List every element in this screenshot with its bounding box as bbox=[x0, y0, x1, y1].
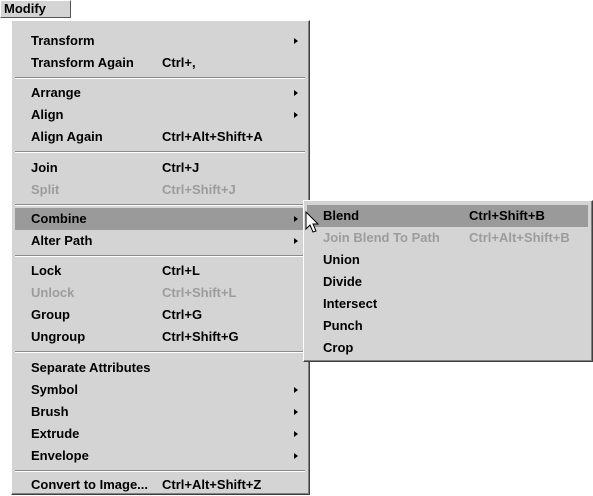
submenu-item-intersect[interactable]: Intersect bbox=[307, 293, 588, 315]
menu-separator bbox=[15, 151, 305, 153]
menu-item-label: Envelope bbox=[31, 448, 89, 463]
submenu-item-punch[interactable]: Punch bbox=[307, 315, 588, 337]
menu-item-group[interactable]: Group Ctrl+G bbox=[15, 304, 305, 326]
menu-item-label: Align Again bbox=[31, 129, 103, 144]
menu-item-shortcut: Ctrl+G bbox=[162, 307, 203, 322]
submenu-arrow-icon bbox=[294, 238, 298, 244]
menu-separator bbox=[15, 77, 305, 79]
menu-item-label: Combine bbox=[31, 211, 87, 226]
menu-separator bbox=[15, 255, 305, 257]
menu-item-shortcut: Ctrl+Shift+G bbox=[162, 329, 239, 344]
menu-item-label: Blend bbox=[323, 208, 360, 223]
menu-item-alter-path[interactable]: Alter Path bbox=[15, 230, 305, 252]
menu-item-label: Convert to Image... bbox=[31, 477, 149, 492]
submenu-arrow-icon bbox=[294, 216, 298, 222]
menu-item-label: Punch bbox=[323, 318, 363, 333]
menu-item-shortcut: Ctrl+Alt+Shift+B bbox=[469, 230, 570, 245]
menu-item-label: Transform bbox=[31, 33, 95, 48]
menu-item-align-again[interactable]: Align Again Ctrl+Alt+Shift+A bbox=[15, 126, 305, 148]
submenu-arrow-icon bbox=[294, 38, 298, 44]
menu-item-transform-again[interactable]: Transform Again Ctrl+, bbox=[15, 52, 305, 74]
menu-item-label: Crop bbox=[323, 340, 354, 355]
menu-item-separate-attributes[interactable]: Separate Attributes bbox=[15, 357, 305, 379]
menu-item-label: Join bbox=[31, 160, 58, 175]
menu-item-label: Divide bbox=[323, 274, 363, 289]
menu-item-shortcut: Ctrl+Shift+J bbox=[162, 182, 236, 197]
menu-item-unlock: Unlock Ctrl+Shift+L bbox=[15, 282, 305, 304]
submenu-arrow-icon bbox=[294, 431, 298, 437]
menu-separator bbox=[15, 204, 305, 206]
menu-item-label: Join Blend To Path bbox=[323, 230, 440, 245]
menu-item-label: Lock bbox=[31, 263, 62, 278]
menu-item-shortcut: Ctrl+Shift+B bbox=[469, 208, 545, 223]
menu-item-lock[interactable]: Lock Ctrl+L bbox=[15, 260, 305, 282]
menu-item-label: Extrude bbox=[31, 426, 80, 441]
modify-menu-title[interactable]: Modify bbox=[0, 0, 71, 18]
modify-menu: Transform Transform Again Ctrl+, Arrange… bbox=[11, 20, 310, 495]
menu-separator bbox=[15, 470, 305, 472]
submenu-item-join-blend-to-path: Join Blend To Path Ctrl+Alt+Shift+B bbox=[307, 227, 588, 249]
menu-item-label: Align bbox=[31, 107, 64, 122]
submenu-item-divide[interactable]: Divide bbox=[307, 271, 588, 293]
combine-submenu: Blend Ctrl+Shift+B Join Blend To Path Ct… bbox=[303, 200, 593, 362]
menu-item-join[interactable]: Join Ctrl+J bbox=[15, 157, 305, 179]
menu-item-shortcut: Ctrl+Alt+Shift+Z bbox=[162, 477, 262, 492]
menu-item-transform[interactable]: Transform bbox=[15, 30, 305, 52]
menu-item-shortcut: Ctrl+J bbox=[162, 160, 200, 175]
submenu-arrow-icon bbox=[294, 453, 298, 459]
menu-item-split: Split Ctrl+Shift+J bbox=[15, 179, 305, 201]
menu-item-label: Symbol bbox=[31, 382, 78, 397]
submenu-arrow-icon bbox=[294, 409, 298, 415]
menu-separator bbox=[15, 351, 305, 353]
submenu-item-union[interactable]: Union bbox=[307, 249, 588, 271]
submenu-item-blend[interactable]: Blend Ctrl+Shift+B bbox=[307, 205, 588, 227]
submenu-arrow-icon bbox=[294, 387, 298, 393]
menu-item-label: Union bbox=[323, 252, 360, 267]
menu-item-combine[interactable]: Combine bbox=[15, 208, 305, 230]
menu-item-shortcut: Ctrl+L bbox=[162, 263, 200, 278]
menu-item-align[interactable]: Align bbox=[15, 104, 305, 126]
submenu-arrow-icon bbox=[294, 112, 298, 118]
submenu-arrow-icon bbox=[294, 90, 298, 96]
menu-item-label: Brush bbox=[31, 404, 69, 419]
menu-item-shortcut: Ctrl+Alt+Shift+A bbox=[162, 129, 263, 144]
menu-item-label: Ungroup bbox=[31, 329, 86, 344]
menu-item-label: Separate Attributes bbox=[31, 360, 151, 375]
menu-item-symbol[interactable]: Symbol bbox=[15, 379, 305, 401]
menu-item-arrange[interactable]: Arrange bbox=[15, 82, 305, 104]
menu-item-ungroup[interactable]: Ungroup Ctrl+Shift+G bbox=[15, 326, 305, 348]
menu-item-extrude[interactable]: Extrude bbox=[15, 423, 305, 445]
menu-item-label: Intersect bbox=[323, 296, 378, 311]
menu-item-envelope[interactable]: Envelope bbox=[15, 445, 305, 467]
menu-item-label: Unlock bbox=[31, 285, 75, 300]
menu-item-convert-to-image[interactable]: Convert to Image... Ctrl+Alt+Shift+Z bbox=[15, 474, 305, 496]
menu-item-label: Split bbox=[31, 182, 60, 197]
mouse-pointer-icon bbox=[305, 211, 320, 233]
menu-item-label: Group bbox=[31, 307, 70, 322]
menu-item-label: Arrange bbox=[31, 85, 81, 100]
submenu-item-crop[interactable]: Crop bbox=[307, 337, 588, 359]
menu-item-shortcut: Ctrl+Shift+L bbox=[162, 285, 237, 300]
menu-item-shortcut: Ctrl+, bbox=[162, 55, 196, 70]
menu-item-label: Transform Again bbox=[31, 55, 134, 70]
menu-item-brush[interactable]: Brush bbox=[15, 401, 305, 423]
menu-item-label: Alter Path bbox=[31, 233, 93, 248]
